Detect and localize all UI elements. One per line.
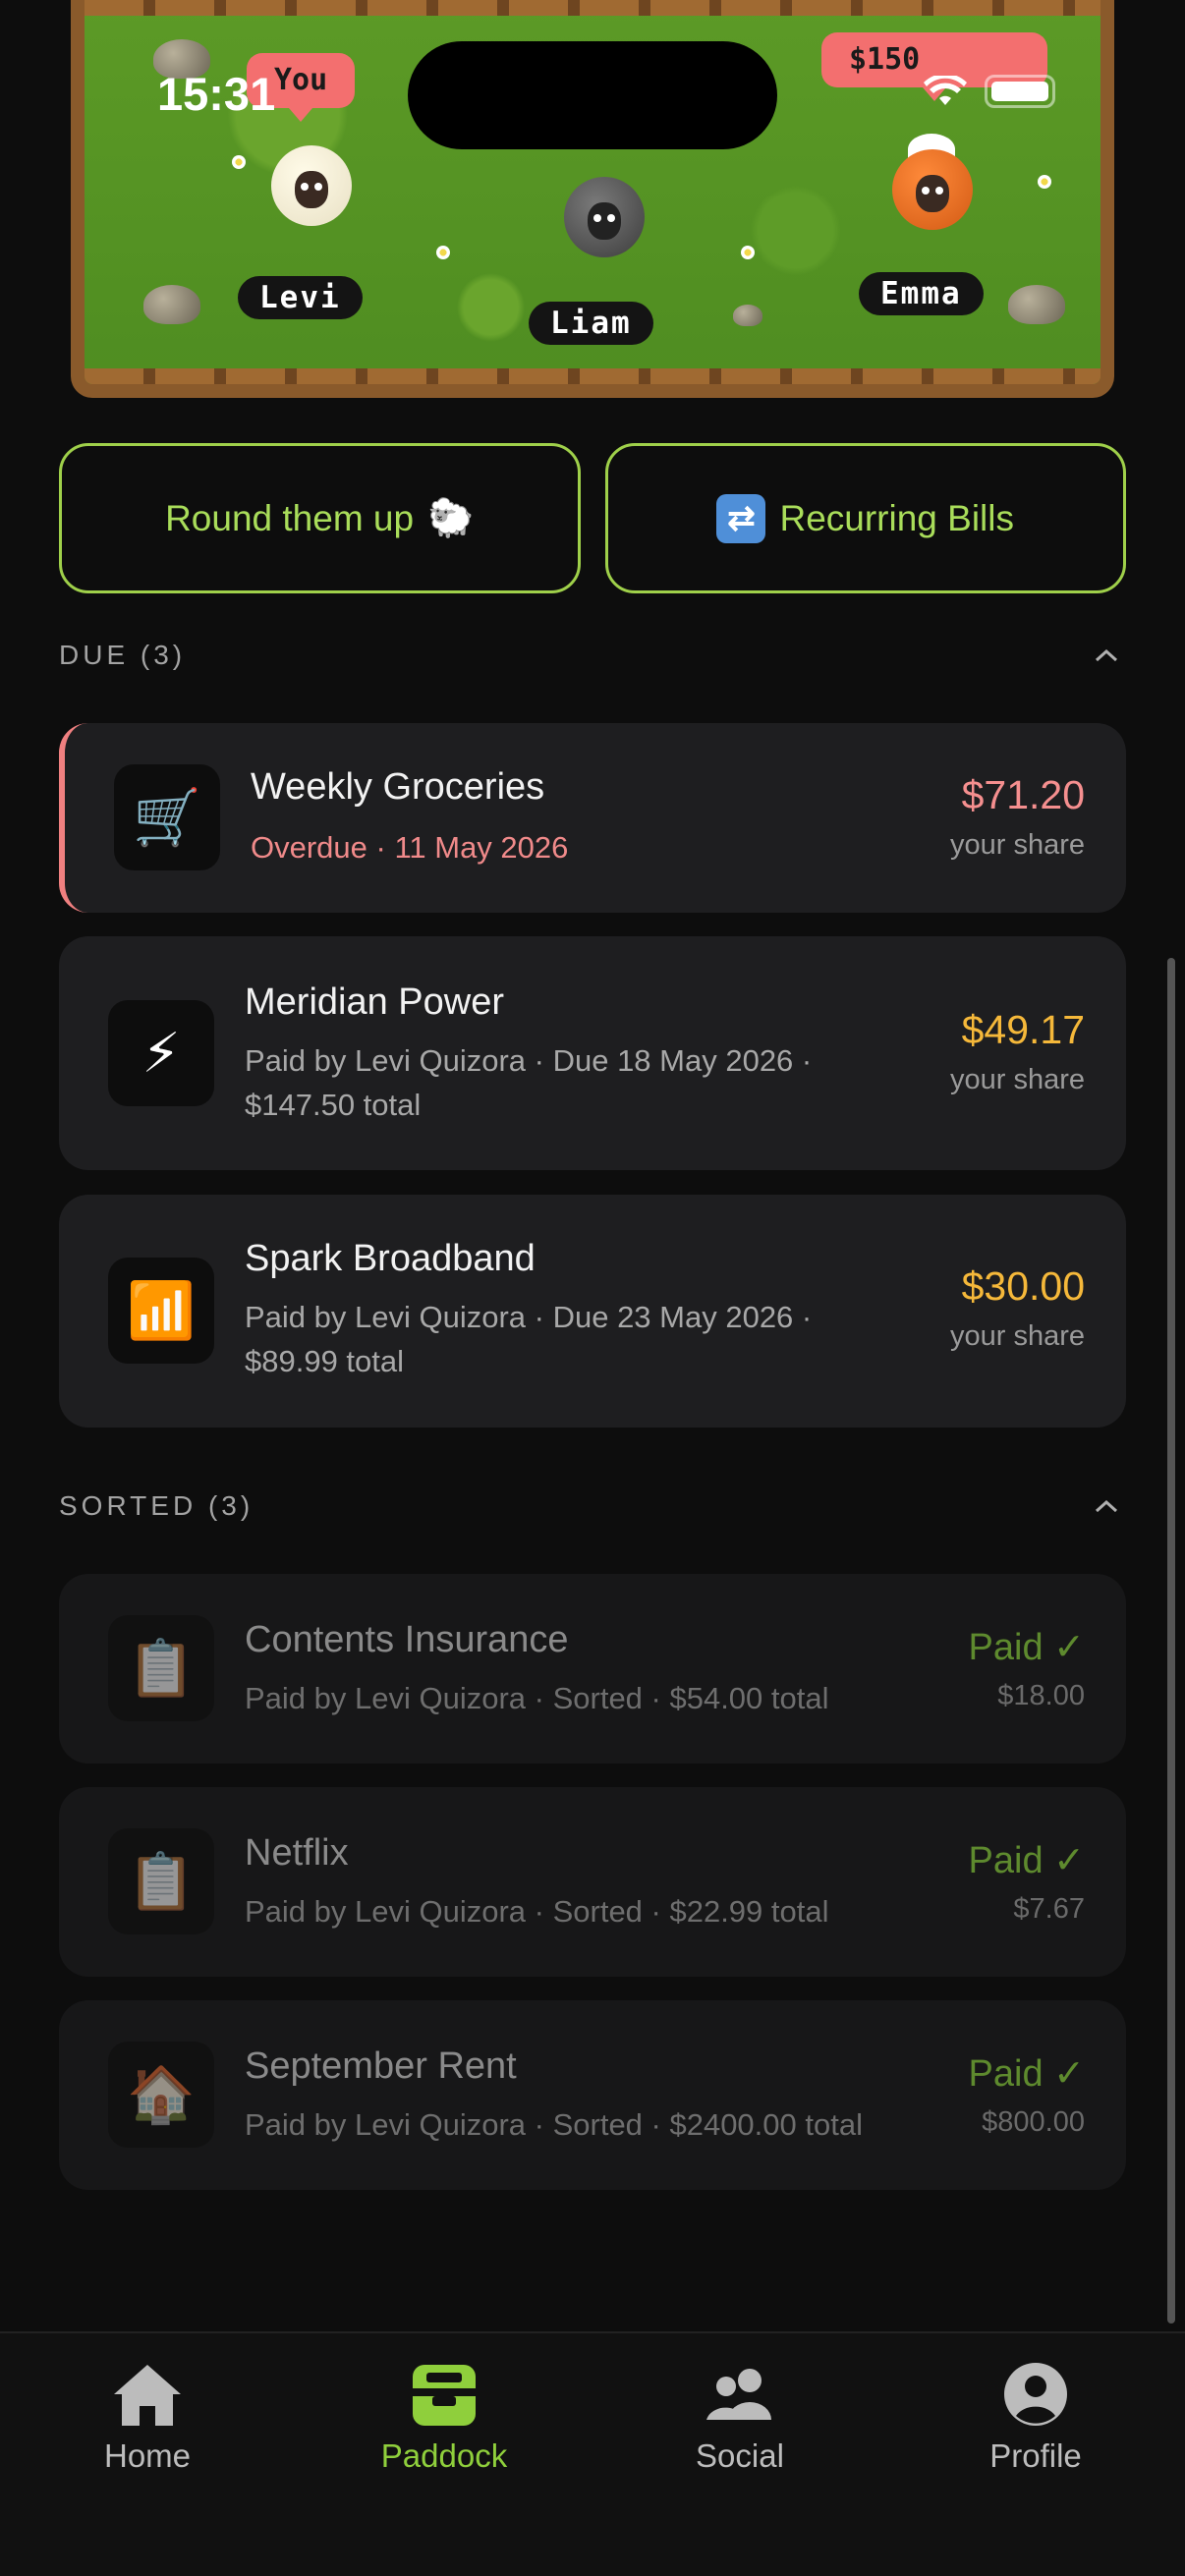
bill-subtitle: Paid by Levi Quizora · Sorted · $2400.00… <box>245 2107 863 2142</box>
flower-icon <box>741 246 755 259</box>
clipboard-icon: 📋 <box>108 1615 214 1721</box>
bill-title: September Rent <box>245 2045 517 2087</box>
bill-share-label: your share <box>949 1320 1085 1352</box>
paid-amount: $7.67 <box>1013 1893 1085 1925</box>
sheep-levi-avatar[interactable] <box>271 145 352 226</box>
bill-title: Weekly Groceries <box>251 766 545 808</box>
due-section-title: DUE (3) <box>59 640 187 670</box>
bill-subtitle: Overdue · 11 May 2026 <box>251 830 569 865</box>
bill-title: Netflix <box>245 1832 349 1874</box>
chevron-up-icon[interactable] <box>1087 1486 1126 1526</box>
bill-card-spark-broadband[interactable]: 📶 Spark Broadband Paid by Levi Quizora ·… <box>59 1195 1126 1428</box>
bill-share-label: your share <box>949 829 1085 861</box>
tab-social-label: Social <box>696 2437 784 2474</box>
fence-top <box>85 0 1100 16</box>
status-icons <box>924 75 1055 108</box>
bill-title: Contents Insurance <box>245 1619 569 1660</box>
bill-title: Spark Broadband <box>245 1238 536 1279</box>
bill-title: Meridian Power <box>245 981 504 1023</box>
rock-icon <box>1008 285 1065 324</box>
paid-amount: $800.00 <box>982 2106 1085 2138</box>
bottom-tab-bar: Home Paddock Social Profile <box>0 2331 1185 2576</box>
bill-amount: $49.17 <box>961 1007 1085 1052</box>
tab-home[interactable]: Home <box>39 2359 255 2475</box>
bill-amount: $71.20 <box>961 772 1085 817</box>
sheep-name-liam: Liam <box>529 302 653 345</box>
bill-share-label: your share <box>949 1064 1085 1095</box>
scrollbar[interactable] <box>1167 958 1175 2324</box>
wifi-icon <box>924 76 967 105</box>
bill-subtitle: Paid by Levi Quizora · Sorted · $22.99 t… <box>245 1894 829 1929</box>
sheep-name-levi: Levi <box>238 276 363 319</box>
tab-paddock[interactable]: Paddock <box>336 2359 552 2475</box>
tab-social[interactable]: Social <box>632 2359 848 2475</box>
bill-card-contents-insurance[interactable]: 📋 Contents Insurance Paid by Levi Quizor… <box>59 1574 1126 1764</box>
flower-icon <box>436 246 450 259</box>
sheep-emma-avatar[interactable] <box>892 149 973 230</box>
people-icon <box>706 2369 771 2420</box>
bill-subtitle: Paid by Levi Quizora · Due 18 May 2026 ·… <box>245 1043 813 1122</box>
tab-profile[interactable]: Profile <box>928 2359 1144 2475</box>
signal-bars-icon: 📶 <box>108 1258 214 1364</box>
recurring-bills-button[interactable]: ⇄ Recurring Bills <box>604 443 1126 593</box>
repeat-icon: ⇄ <box>716 493 766 543</box>
paid-status: Paid ✓ <box>968 1627 1085 1668</box>
house-icon: 🏠 <box>108 2042 214 2148</box>
paid-status: Paid ✓ <box>968 1840 1085 1881</box>
cart-icon: 🛒 <box>114 764 220 870</box>
chevron-up-icon[interactable] <box>1087 636 1126 675</box>
bill-amount: $30.00 <box>961 1263 1085 1309</box>
bill-card-netflix[interactable]: 📋 Netflix Paid by Levi Quizora · Sorted … <box>59 1787 1126 1977</box>
rock-icon <box>143 285 200 324</box>
paid-amount: $18.00 <box>997 1680 1085 1711</box>
action-buttons: Round them up 🐑 ⇄ Recurring Bills <box>59 443 1126 593</box>
bill-card-meridian-power[interactable]: ⚡ Meridian Power Paid by Levi Quizora · … <box>59 936 1126 1170</box>
fence-bottom <box>85 368 1100 384</box>
battery-icon <box>985 75 1055 108</box>
tab-profile-label: Profile <box>989 2437 1082 2474</box>
status-time: 15:31 <box>157 68 276 120</box>
flower-icon <box>232 155 246 169</box>
round-them-up-label: Round them up <box>165 497 415 538</box>
home-icon <box>114 2365 181 2426</box>
sheep-name-emma: Emma <box>859 272 984 315</box>
bill-card-weekly-groceries[interactable]: 🛒 Weekly Groceries Overdue · 11 May 2026… <box>59 723 1126 913</box>
sheep-icon: 🐑 <box>427 497 475 539</box>
bill-subtitle: Paid by Levi Quizora · Due 23 May 2026 ·… <box>245 1300 813 1378</box>
tab-home-label: Home <box>103 2437 192 2474</box>
due-section-header[interactable]: DUE (3) <box>59 636 1126 675</box>
paid-status: Paid ✓ <box>968 2053 1085 2095</box>
person-icon <box>1004 2363 1067 2426</box>
barn-icon <box>413 2365 476 2426</box>
bill-card-september-rent[interactable]: 🏠 September Rent Paid by Levi Quizora · … <box>59 2000 1126 2190</box>
recurring-bills-label: Recurring Bills <box>779 497 1014 538</box>
sorted-section-title: SORTED (3) <box>59 1490 254 1521</box>
dynamic-island <box>408 41 777 149</box>
sheep-liam-avatar[interactable] <box>564 177 645 257</box>
clipboard-icon: 📋 <box>108 1828 214 1934</box>
tab-paddock-label: Paddock <box>380 2437 508 2474</box>
rock-icon <box>733 305 762 326</box>
lightning-icon: ⚡ <box>108 1000 214 1106</box>
sorted-section-header[interactable]: SORTED (3) <box>59 1486 1126 1526</box>
bill-subtitle: Paid by Levi Quizora · Sorted · $54.00 t… <box>245 1681 829 1715</box>
round-them-up-button[interactable]: Round them up 🐑 <box>59 443 581 593</box>
flower-icon <box>1038 175 1051 189</box>
